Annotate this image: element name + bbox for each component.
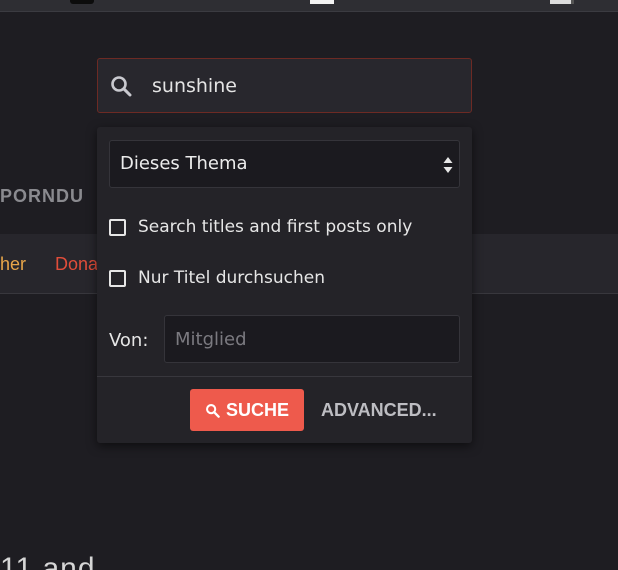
option-label: Nur Titel durchsuchen (138, 268, 326, 288)
nav-link[interactable]: her (0, 254, 26, 275)
site-logo-text: PORNDU (0, 186, 85, 206)
member-label: Von: (109, 330, 149, 351)
search-submit-button[interactable]: SUCHE (190, 389, 304, 431)
checkbox[interactable] (109, 269, 126, 287)
search-icon (111, 76, 132, 97)
nav-link[interactable]: Dona (55, 254, 98, 275)
option-label: Search titles and first posts only (138, 217, 413, 237)
checkbox[interactable] (109, 218, 126, 236)
advanced-search-link[interactable]: ADVANCED... (321, 389, 437, 431)
search-icon (206, 403, 220, 418)
search-submit-label: SUCHE (225, 399, 289, 420)
search-scope-select[interactable]: Dieses Thema (109, 140, 460, 188)
tab-icon (310, 0, 334, 4)
option-titles-only[interactable]: Nur Titel durchsuchen (109, 265, 325, 291)
search-scope-value: Dieses Thema (120, 153, 248, 174)
tab-icon (70, 0, 94, 4)
search-dropdown-panel: Dieses Thema Search titles and first pos… (97, 127, 472, 443)
search-field[interactable] (97, 58, 472, 113)
tab-icon (550, 0, 574, 4)
browser-top-strip (0, 0, 618, 12)
member-input[interactable] (164, 315, 460, 363)
search-input[interactable] (152, 71, 452, 101)
option-titles-first-posts[interactable]: Search titles and first posts only (109, 214, 412, 240)
page-heading-fragment: 11 and (0, 552, 96, 570)
select-arrows-icon (443, 157, 453, 173)
divider (97, 376, 472, 377)
